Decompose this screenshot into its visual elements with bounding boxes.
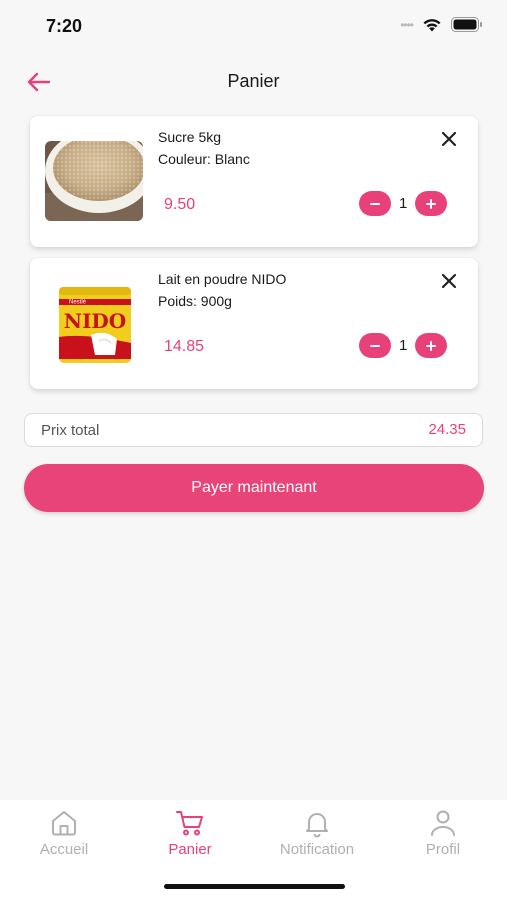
- header: Panier: [0, 60, 507, 104]
- nav-label: Notification: [279, 841, 355, 858]
- total-value: 24.35: [428, 421, 466, 438]
- home-icon: [52, 811, 76, 836]
- quantity-value: 1: [399, 195, 408, 212]
- nav-label: Panier: [168, 841, 212, 858]
- nav-item-accueil[interactable]: Accueil: [1, 808, 127, 858]
- battery-icon: [451, 17, 482, 32]
- nav-label: Profil: [425, 841, 461, 858]
- page-title: Panier: [227, 71, 280, 91]
- status-icons: ••••: [400, 17, 483, 32]
- status-time: 7:20: [46, 16, 83, 36]
- cart-icon: [176, 811, 203, 836]
- remove-item-button[interactable]: [440, 272, 458, 290]
- total-price-box: Prix total 24.35: [24, 413, 483, 447]
- nido-logo: NIDO: [64, 309, 126, 333]
- bell-icon: [306, 813, 328, 838]
- product-image-sugar: [45, 141, 143, 221]
- quantity-value: 1: [399, 337, 408, 354]
- product-image-nido: Nestlé NIDO: [45, 283, 143, 363]
- cart-item: Nestlé NIDO Lait en poudre NIDO Poids: 9…: [30, 258, 478, 389]
- nestle-logo: Nestlé: [69, 300, 87, 306]
- plus-icon: [426, 340, 437, 351]
- remove-item-button[interactable]: [440, 130, 458, 148]
- increase-quantity-button[interactable]: [415, 333, 448, 358]
- nav-item-notification[interactable]: Notification: [254, 808, 380, 858]
- pay-now-button[interactable]: Payer maintenant: [24, 464, 484, 512]
- total-label: Prix total: [41, 422, 100, 439]
- item-attribute: Poids: 900g: [158, 293, 232, 309]
- home-indicator: [164, 884, 345, 889]
- quantity-stepper: 1: [359, 333, 448, 358]
- decrease-quantity-button[interactable]: [359, 191, 391, 216]
- plus-icon: [426, 198, 437, 209]
- status-bar: 7:20 ••••: [0, 0, 507, 52]
- minus-icon: [370, 202, 380, 205]
- item-name: Sucre 5kg: [158, 129, 222, 145]
- item-attribute: Couleur: Blanc: [158, 151, 250, 167]
- item-price: 14.85: [164, 338, 205, 355]
- close-icon: [441, 273, 457, 289]
- minus-icon: [370, 344, 380, 347]
- close-icon: [441, 131, 457, 147]
- increase-quantity-button[interactable]: [415, 191, 448, 216]
- user-icon: [431, 810, 455, 836]
- cart-item: Sucre 5kg Couleur: Blanc 9.50 1: [30, 116, 478, 247]
- decrease-quantity-button[interactable]: [359, 333, 391, 358]
- nav-item-profil[interactable]: Profil: [380, 808, 506, 858]
- item-price: 9.50: [164, 196, 196, 213]
- wifi-icon: [423, 19, 441, 32]
- quantity-stepper: 1: [359, 191, 448, 216]
- signal-icon: ••••: [400, 17, 414, 32]
- nav-item-panier[interactable]: Panier: [127, 808, 253, 858]
- nav-label: Accueil: [39, 841, 89, 858]
- item-name: Lait en poudre NIDO: [158, 271, 287, 287]
